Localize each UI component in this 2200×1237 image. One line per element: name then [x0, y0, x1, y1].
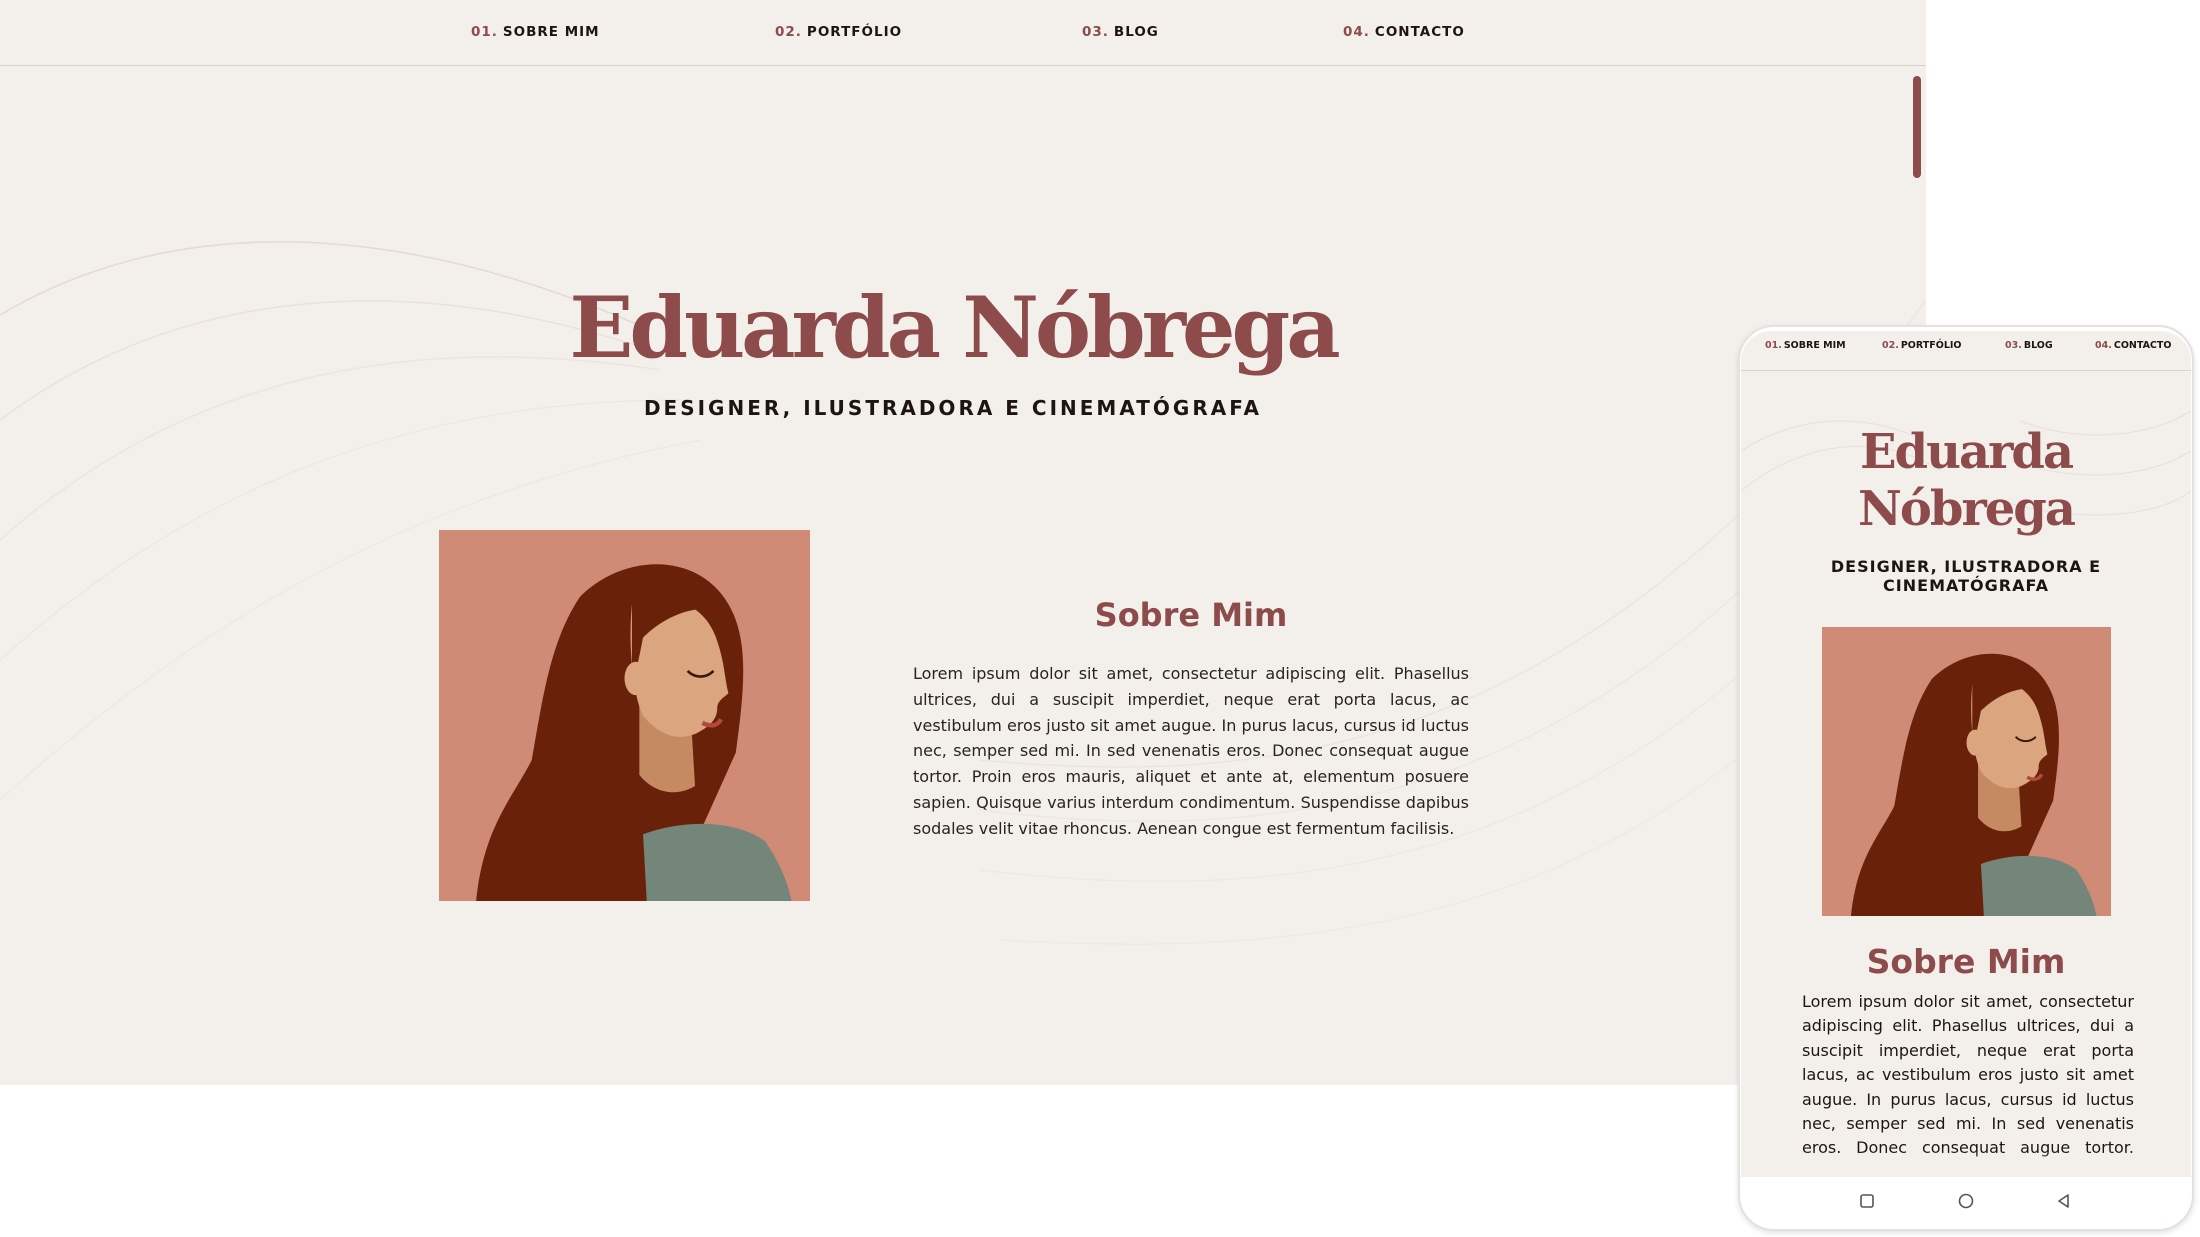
nav-item-portfolio[interactable]: 02. PORTFÓLIO — [775, 24, 902, 40]
hero-name: Eduarda Nóbrega — [569, 278, 1340, 377]
phone-screen: 01. SOBRE MIM 02. PORTFÓLIO 03. BLOG 04. CON… — [1741, 331, 2191, 1177]
about-text: Lorem ipsum dolor sit amet, consectetur … — [1802, 992, 2134, 1158]
about-title: Sobre Mim — [1866, 942, 2066, 981]
scrollbar-thumb[interactable] — [1913, 76, 1921, 178]
about-text: Lorem ipsum dolor sit amet, consectetur … — [913, 664, 1469, 838]
woman-illustration-icon — [1822, 627, 2111, 916]
home-icon[interactable] — [1956, 1191, 1976, 1211]
nav-item-blog[interactable]: 03. BLOG — [2005, 340, 2053, 351]
desktop-mockup: 01. SOBRE MIM 02. PORTFÓLIO 03. BLOG 04. CON… — [0, 0, 1926, 1085]
nav-item-sobre-mim[interactable]: 01. SOBRE MIM — [1765, 340, 1846, 351]
recent-apps-icon[interactable] — [1857, 1191, 1877, 1211]
woman-illustration-icon — [439, 530, 810, 901]
portrait-image — [439, 530, 810, 901]
background-waves — [0, 241, 1926, 945]
nav-item-contacto[interactable]: 04. CONTACTO — [1343, 24, 1465, 40]
nav-item-contacto[interactable]: 04. CONTACTO — [2095, 340, 2171, 351]
portrait-image — [1822, 627, 2111, 916]
android-navigation-bar — [1741, 1177, 2191, 1225]
nav-item-sobre-mim[interactable]: 01. SOBRE MIM — [471, 24, 600, 40]
back-icon[interactable] — [2054, 1191, 2074, 1211]
hero-subtitle: DESIGNER, ILUSTRADORA E CINEMATÓGRAFA — [643, 396, 1263, 420]
about-title: Sobre Mim — [1094, 596, 1288, 634]
nav-item-portfolio[interactable]: 02. PORTFÓLIO — [1882, 340, 1961, 351]
hero-name: Eduarda Nóbrega — [1858, 424, 2076, 537]
nav-item-blog[interactable]: 03. BLOG — [1082, 24, 1159, 40]
phone-top-navigation: 01. SOBRE MIM 02. PORTFÓLIO 03. BLOG 04. CON… — [1741, 331, 2191, 371]
top-navigation: 01. SOBRE MIM 02. PORTFÓLIO 03. BLOG 04. CON… — [0, 0, 1926, 66]
text-fade — [1741, 1151, 2191, 1177]
hero-subtitle: DESIGNER, ILUSTRADORA E CINEMATÓGRAFA — [1830, 557, 2102, 595]
